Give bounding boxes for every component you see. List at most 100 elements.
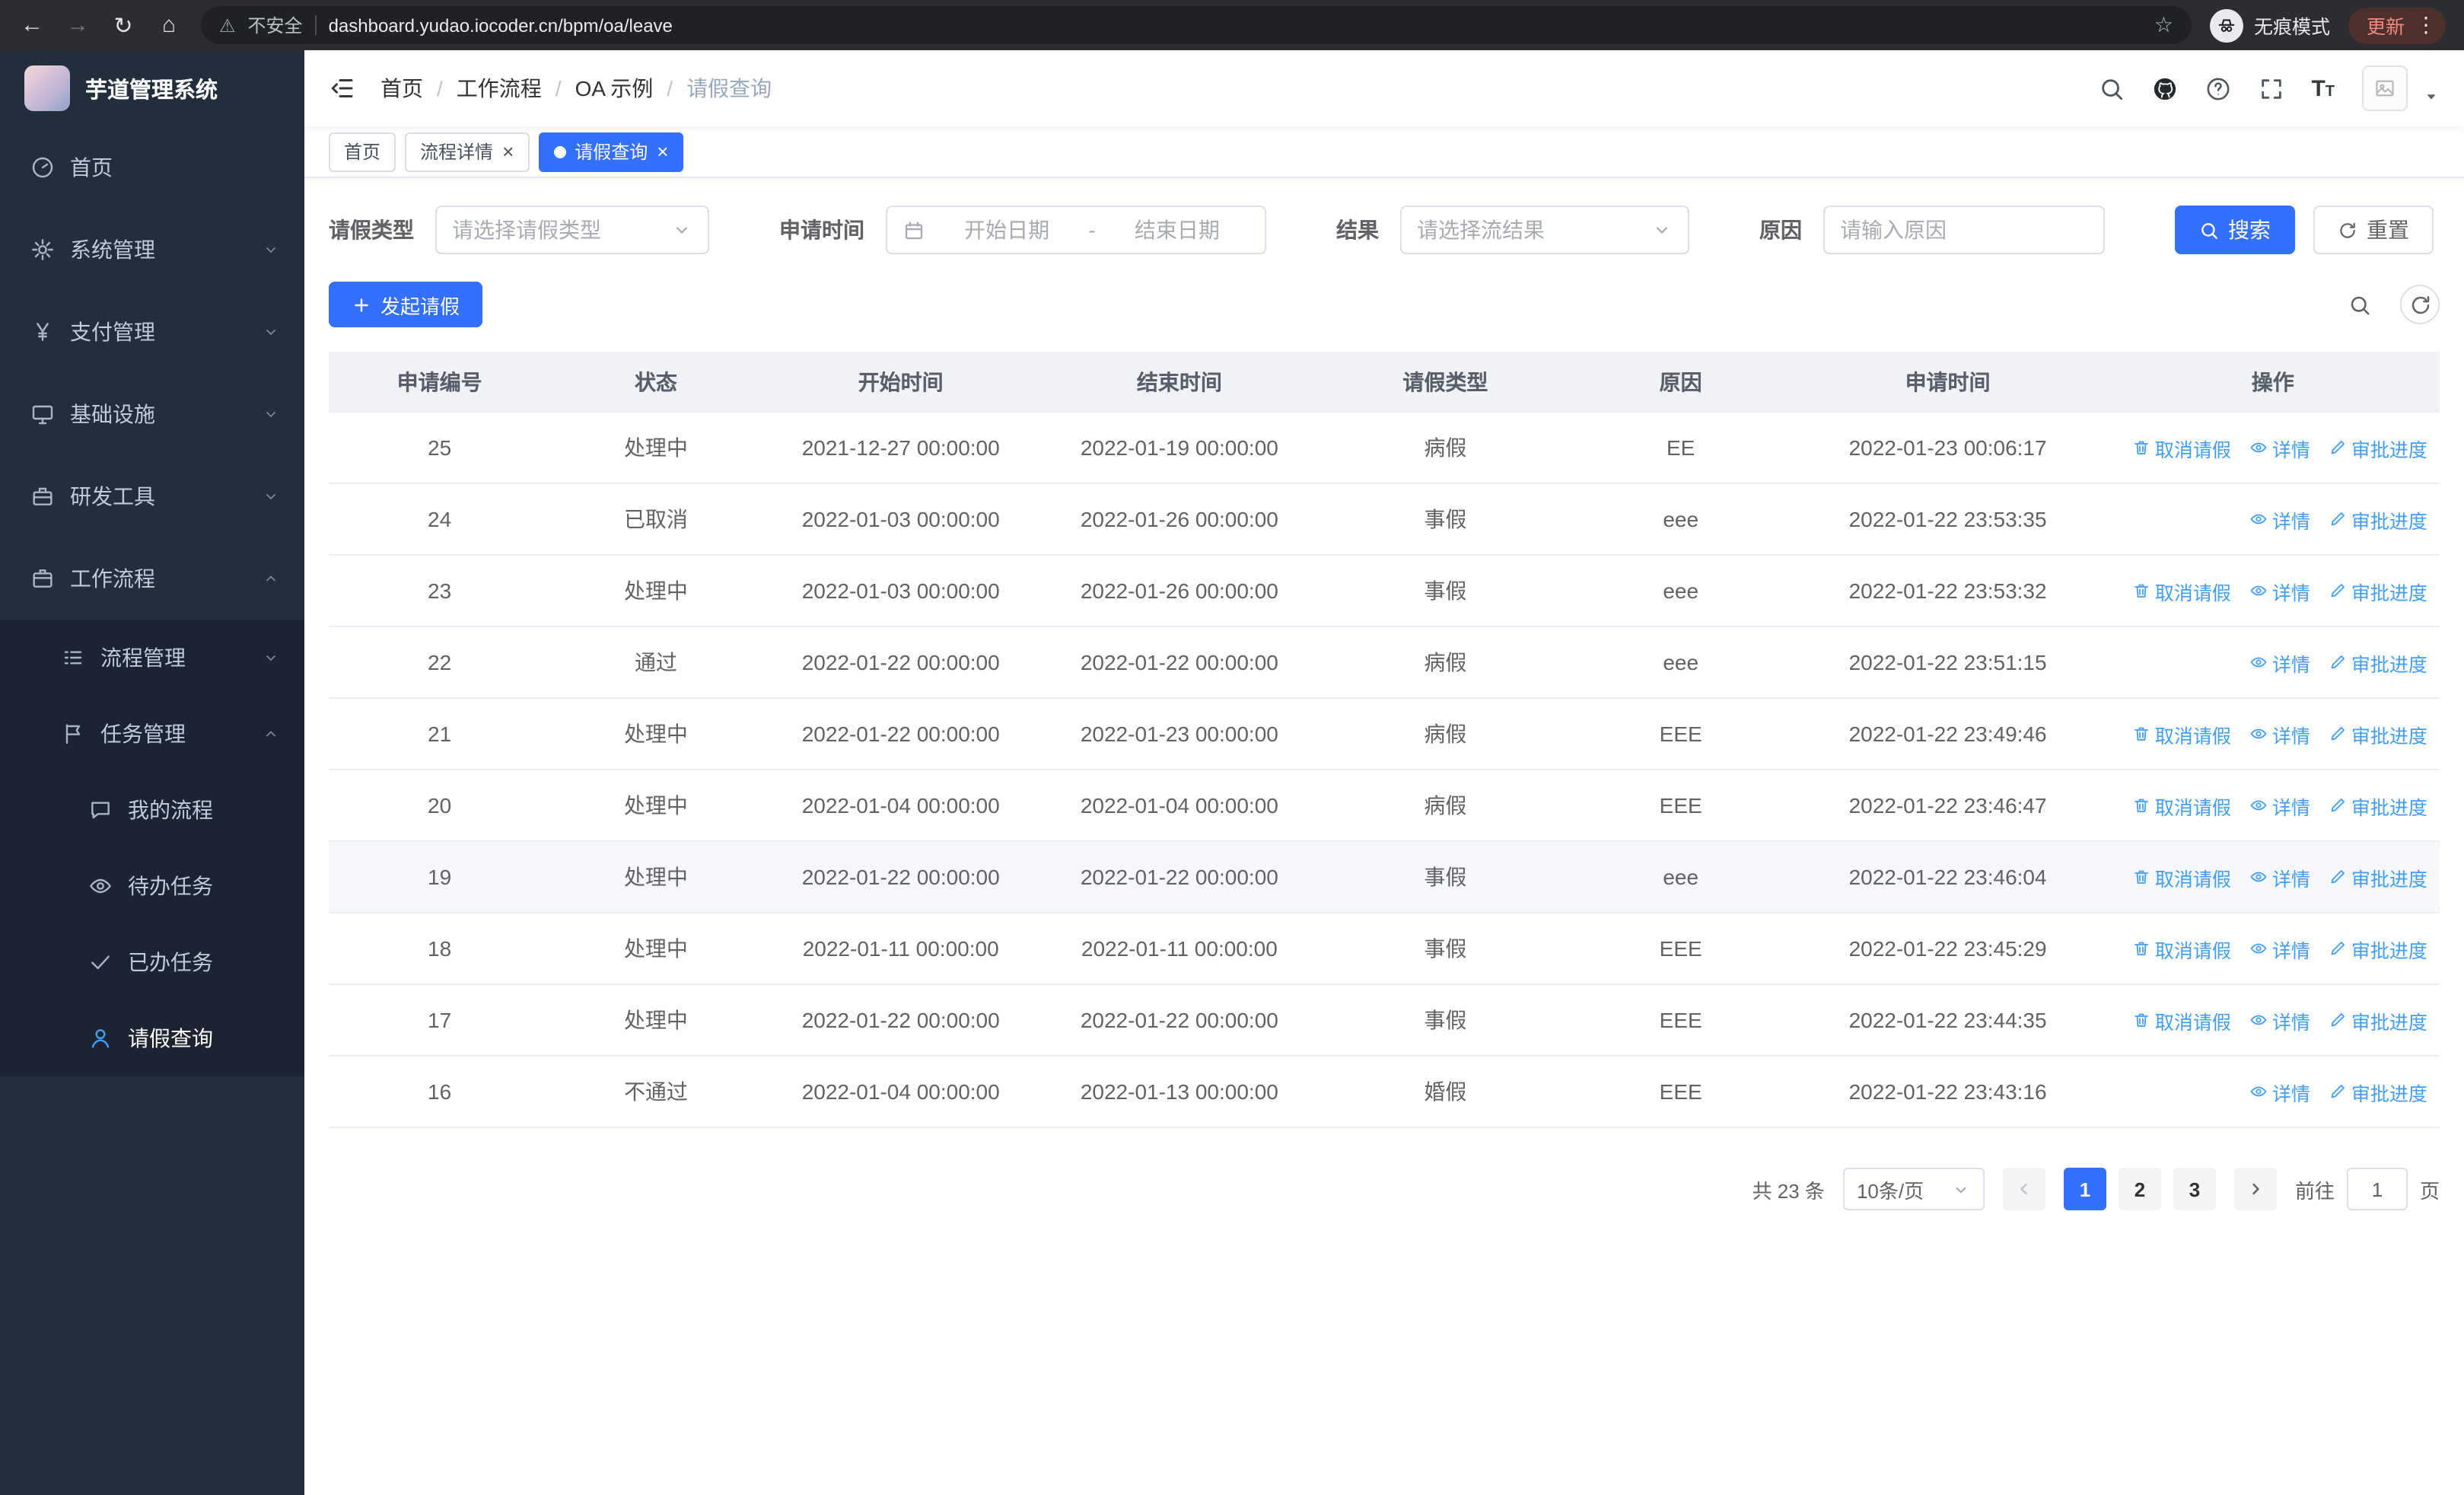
bookmark-star-icon[interactable]: ☆	[2154, 12, 2173, 38]
progress-action-link[interactable]: 审批进度	[2329, 648, 2427, 677]
progress-action-link[interactable]: 审批进度	[2329, 1006, 2427, 1034]
cell-type: 病假	[1424, 722, 1467, 746]
result-select[interactable]	[1400, 206, 1689, 254]
cell-applied: 2022-01-22 23:43:16	[1848, 1079, 2047, 1104]
cancel-action-link[interactable]: 取消请假	[2132, 1006, 2231, 1034]
cancel-action-link[interactable]: 取消请假	[2132, 433, 2231, 462]
update-label: 更新	[2366, 17, 2405, 38]
url-bar[interactable]: ⚠ 不安全 dashboard.yudao.iocoder.cn/bpm/oa/…	[201, 6, 2192, 44]
update-button[interactable]: 更新 ⋮	[2348, 7, 2446, 43]
sidebar-item[interactable]: 任务管理	[0, 696, 304, 772]
sidebar-item[interactable]: 基础设施	[0, 373, 304, 455]
tab-item[interactable]: 首页	[329, 132, 396, 171]
breadcrumb-item[interactable]: OA 示例	[575, 73, 654, 104]
cell-id: 20	[428, 793, 452, 818]
search-button[interactable]: 搜索	[2175, 206, 2295, 254]
yen-icon	[37, 323, 49, 341]
sidebar-collapse-icon[interactable]	[329, 75, 356, 102]
sidebar-item[interactable]: 我的流程	[0, 772, 304, 848]
toggle-search-button[interactable]	[2339, 285, 2379, 324]
detail-action-link[interactable]: 详情	[2249, 791, 2310, 820]
reload-button[interactable]: ↻	[110, 11, 137, 39]
cancel-action-link[interactable]: 取消请假	[2132, 791, 2231, 820]
sidebar-item[interactable]: 待办任务	[0, 848, 304, 924]
start-date-input[interactable]	[934, 218, 1080, 242]
breadcrumb-item[interactable]: 首页	[380, 73, 423, 104]
sidebar-item[interactable]: 系统管理	[0, 209, 304, 291]
sidebar-item[interactable]: 已办任务	[0, 924, 304, 1000]
view-icon	[2250, 657, 2267, 668]
sidebar-item[interactable]: 工作流程	[0, 537, 304, 620]
cell-reason: EEE	[1659, 936, 1702, 961]
search-icon[interactable]	[2098, 75, 2124, 101]
progress-action-link[interactable]: 审批进度	[2329, 791, 2427, 820]
reason-input[interactable]	[1840, 218, 2088, 242]
progress-action-link[interactable]: 审批进度	[2329, 934, 2427, 963]
page-number-button[interactable]: 1	[2063, 1168, 2106, 1210]
column-header: 申请编号	[396, 369, 482, 394]
leave-type-input[interactable]	[452, 218, 662, 242]
sidebar-item[interactable]: 首页	[0, 126, 304, 209]
sidebar-item[interactable]: 请假查询	[0, 1000, 304, 1076]
end-date-input[interactable]	[1104, 218, 1250, 242]
page-number-button[interactable]: 3	[2173, 1168, 2216, 1210]
github-icon[interactable]	[2151, 75, 2177, 101]
help-icon[interactable]	[2205, 75, 2230, 101]
page-size-select[interactable]: 10条/页	[1842, 1168, 1985, 1210]
chevron-down-icon	[1956, 1186, 1966, 1193]
cancel-action-link[interactable]: 取消请假	[2132, 576, 2231, 605]
detail-action-link[interactable]: 详情	[2249, 934, 2310, 963]
chevron-down-icon[interactable]	[2423, 88, 2440, 105]
detail-action-link[interactable]: 详情	[2249, 862, 2310, 891]
prev-page-button[interactable]	[2002, 1168, 2045, 1210]
tab-item[interactable]: 流程详情 ×	[405, 132, 530, 171]
forward-button[interactable]: →	[64, 12, 91, 38]
back-button[interactable]: ←	[18, 12, 46, 38]
create-leave-button[interactable]: 发起请假	[329, 282, 483, 327]
progress-action-link[interactable]: 审批进度	[2329, 505, 2427, 534]
refresh-table-button[interactable]	[2400, 285, 2440, 324]
result-input[interactable]	[1417, 218, 1642, 242]
sidebar-item[interactable]: 流程管理	[0, 620, 304, 696]
browser-menu-icon[interactable]: ⋮	[2415, 12, 2437, 38]
sidebar-item[interactable]: 支付管理	[0, 291, 304, 373]
progress-action-link[interactable]: 审批进度	[2329, 862, 2427, 891]
cancel-action-link[interactable]: 取消请假	[2132, 719, 2231, 748]
detail-action-link[interactable]: 详情	[2249, 1077, 2310, 1106]
home-button[interactable]: ⌂	[155, 12, 183, 38]
font-size-icon[interactable]: TT	[2311, 77, 2335, 100]
reset-button-label: 重置	[2367, 218, 2409, 242]
app-logo[interactable]: 芋道管理系统	[0, 50, 304, 126]
tab-close-icon[interactable]: ×	[657, 142, 668, 161]
detail-action-link[interactable]: 详情	[2249, 1006, 2310, 1034]
detail-action-link[interactable]: 详情	[2249, 505, 2310, 534]
date-range-input[interactable]: -	[886, 206, 1266, 254]
tab-close-icon[interactable]: ×	[502, 142, 514, 161]
cancel-action-link[interactable]: 取消请假	[2132, 934, 2231, 963]
progress-action-link[interactable]: 审批进度	[2329, 576, 2427, 605]
table-header-row: 申请编号 状态 开始时间 结束时间 请假类型 原因 申请时间 操作	[329, 352, 2440, 413]
user-avatar[interactable]	[2362, 65, 2408, 111]
tab-active[interactable]: 请假查询 ×	[538, 132, 684, 171]
progress-action-link[interactable]: 审批进度	[2329, 433, 2427, 462]
detail-action-link[interactable]: 详情	[2249, 648, 2310, 677]
cell-id: 19	[428, 865, 452, 889]
cancel-action-link[interactable]: 取消请假	[2132, 862, 2231, 891]
sidebar-item[interactable]: 研发工具	[0, 455, 304, 537]
progress-action-link[interactable]: 审批进度	[2329, 719, 2427, 748]
goto-page-input[interactable]	[2346, 1168, 2408, 1210]
cell-status: 处理中	[623, 1008, 688, 1032]
progress-action-link[interactable]: 审批进度	[2329, 1077, 2427, 1106]
next-page-button[interactable]	[2233, 1168, 2277, 1210]
leave-type-select[interactable]	[435, 206, 709, 254]
fullscreen-icon[interactable]	[2258, 75, 2284, 101]
detail-action-link[interactable]: 详情	[2249, 433, 2310, 462]
cell-start: 2022-01-22 00:00:00	[801, 1008, 1000, 1032]
reset-button[interactable]: 重置	[2313, 206, 2434, 254]
detail-action-link[interactable]: 详情	[2249, 719, 2310, 748]
breadcrumb-item[interactable]: 工作流程	[457, 73, 542, 104]
reason-field[interactable]	[1823, 206, 2105, 254]
detail-action-link[interactable]: 详情	[2249, 576, 2310, 605]
page-content: 请假类型 申请时间 -	[304, 178, 2464, 1495]
page-number-button[interactable]: 2	[2118, 1168, 2161, 1210]
